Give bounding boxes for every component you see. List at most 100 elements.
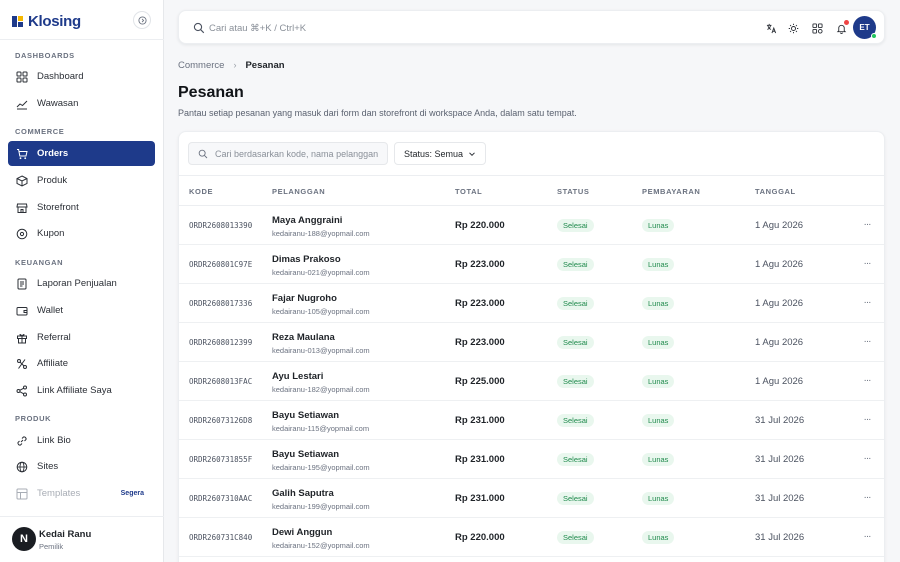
status-badge: Selesai (557, 531, 594, 544)
workspace-avatar[interactable]: N (12, 527, 36, 551)
row-more-button[interactable]: ··· (859, 412, 875, 426)
row-more-button[interactable]: ··· (859, 490, 875, 504)
table-header: KODE PELANGGAN TOTAL STATUS PEMBAYARAN T… (179, 175, 884, 206)
sidebar-item-kupon[interactable]: Kupon (8, 221, 155, 246)
sidebar-item-storefront[interactable]: Storefront (8, 195, 155, 220)
status-filter-label: Status: Semua (404, 148, 464, 159)
sidebar-item-label: Link Bio (37, 435, 71, 446)
affiliate-icon (16, 358, 28, 370)
sidebar-item-laporan-penjualan[interactable]: Laporan Penjualan (8, 271, 155, 296)
sidebar-item-templates[interactable]: Templates Segera (8, 481, 155, 506)
table-row[interactable]: ORDR2608013390 Maya Anggraini kedairanu-… (179, 206, 884, 245)
customer-email: kedairanu-182@yopmail.com (272, 385, 370, 394)
sidebar-item-link-bio[interactable]: Link Bio (8, 428, 155, 453)
column-header-status[interactable]: STATUS (557, 187, 590, 196)
customer-email: kedairanu-199@yopmail.com (272, 502, 370, 511)
customer-email: kedairanu-013@yopmail.com (272, 346, 370, 355)
status-badge: Selesai (557, 258, 594, 271)
order-total: Rp 220.000 (455, 220, 505, 231)
sidebar-item-affiliate[interactable]: Affiliate (8, 351, 155, 376)
order-total: Rp 220.000 (455, 532, 505, 543)
order-date: 1 Agu 2026 (755, 259, 804, 270)
row-more-button[interactable]: ··· (859, 256, 875, 270)
translate-icon[interactable] (765, 22, 777, 34)
order-search-box[interactable] (188, 142, 388, 165)
payment-badge: Lunas (642, 297, 675, 310)
sidebar-toggle-button[interactable] (133, 11, 151, 29)
row-more-button[interactable]: ··· (859, 451, 875, 465)
table-row[interactable]: ORDR26073126D8 Bayu Setiawan kedairanu-1… (179, 401, 884, 440)
status-badge: Selesai (557, 453, 594, 466)
brand[interactable]: Klosing (12, 11, 81, 31)
column-header-pembayaran[interactable]: PEMBAYARAN (642, 187, 700, 196)
order-search-input[interactable] (215, 148, 385, 159)
sidebar-item-link-affiliate-saya[interactable]: Link Affiliate Saya (8, 378, 155, 403)
sidebar-item-orders[interactable]: Orders (8, 141, 155, 166)
table-row[interactable]: ORDR2608013FAC Ayu Lestari kedairanu-182… (179, 362, 884, 401)
sidebar-item-label: Referral (37, 332, 71, 343)
table-row[interactable]: ORDR260801C97E Dimas Prakoso kedairanu-0… (179, 245, 884, 284)
row-more-button[interactable]: ··· (859, 373, 875, 387)
sidebar-item-wawasan[interactable]: Wawasan (8, 91, 155, 116)
sidebar-item-referral[interactable]: Referral (8, 325, 155, 350)
order-date: 1 Agu 2026 (755, 337, 804, 348)
order-date: 31 Jul 2026 (755, 415, 805, 426)
workspace-role: Pemilik (39, 542, 64, 551)
workspace-name[interactable]: Kedai Ranu (39, 529, 91, 540)
brand-name: Klosing (28, 12, 81, 30)
breadcrumb-separator: › (233, 60, 237, 70)
row-more-button[interactable]: ··· (859, 295, 875, 309)
column-header-tanggal[interactable]: TANGGAL (755, 187, 796, 196)
user-avatar[interactable]: ET (853, 16, 877, 39)
chevron-down-icon (469, 151, 475, 156)
order-code: ORDR260731855F (189, 455, 253, 464)
search-icon (198, 149, 208, 158)
payment-badge: Lunas (642, 453, 675, 466)
table-row[interactable]: ORDR260731855F Bayu Setiawan kedairanu-1… (179, 440, 884, 479)
table-row[interactable]: ORDR260731C840 Dewi Anggun kedairanu-152… (179, 518, 884, 557)
column-header-pelanggan[interactable]: PELANGGAN (272, 187, 325, 196)
customer-name: Fajar Nugroho (272, 293, 337, 304)
row-more-button[interactable]: ··· (859, 217, 875, 231)
table-row[interactable]: ORDR2607310AAC Galih Saputra kedairanu-1… (179, 479, 884, 518)
payment-badge: Lunas (642, 414, 675, 427)
sidebar-item-sites[interactable]: Sites (8, 454, 155, 479)
status-badge: Selesai (557, 336, 594, 349)
customer-email: kedairanu-188@yopmail.com (272, 229, 370, 238)
template-icon (16, 488, 28, 500)
payment-badge: Lunas (642, 492, 675, 505)
section-label-produk: PRODUK (15, 414, 52, 423)
sidebar-item-label: Laporan Penjualan (37, 278, 117, 289)
sidebar-item-produk[interactable]: Produk (8, 168, 155, 193)
apps-grid-icon[interactable] (811, 22, 823, 34)
sidebar-item-label: Wawasan (37, 98, 79, 109)
breadcrumb-commerce[interactable]: Commerce (178, 60, 224, 71)
customer-email: kedairanu-195@yopmail.com (272, 463, 370, 472)
table-row[interactable]: ORDR2608012399 Reza Maulana kedairanu-01… (179, 323, 884, 362)
order-code: ORDR2608017336 (189, 299, 253, 308)
customer-email: kedairanu-152@yopmail.com (272, 541, 370, 550)
column-header-total[interactable]: TOTAL (455, 187, 482, 196)
row-more-button[interactable]: ··· (859, 529, 875, 543)
section-label-keuangan: KEUANGAN (15, 258, 64, 267)
grid-icon (16, 71, 28, 83)
status-filter-dropdown[interactable]: Status: Semua (394, 142, 487, 165)
sidebar-item-dashboard[interactable]: Dashboard (8, 64, 155, 89)
sidebar-item-wallet[interactable]: Wallet (8, 298, 155, 323)
divider (0, 39, 164, 40)
customer-email: kedairanu-115@yopmail.com (272, 424, 370, 433)
orders-card: Status: Semua KODE PELANGGAN TOTAL STATU… (178, 131, 885, 562)
order-date: 1 Agu 2026 (755, 376, 804, 387)
coming-soon-badge: Segera (120, 490, 144, 497)
row-more-button[interactable]: ··· (859, 334, 875, 348)
theme-sun-icon[interactable] (787, 22, 799, 34)
column-header-kode[interactable]: KODE (189, 187, 213, 196)
globe-icon (16, 461, 28, 473)
order-date: 31 Jul 2026 (755, 532, 805, 543)
store-icon (16, 202, 28, 214)
order-code: ORDR2608013390 (189, 221, 253, 230)
notification-bell-icon[interactable] (835, 20, 849, 34)
customer-email: kedairanu-021@yopmail.com (272, 268, 370, 277)
table-row[interactable]: ORDR2608017336 Fajar Nugroho kedairanu-1… (179, 284, 884, 323)
global-search-input[interactable] (209, 18, 509, 38)
